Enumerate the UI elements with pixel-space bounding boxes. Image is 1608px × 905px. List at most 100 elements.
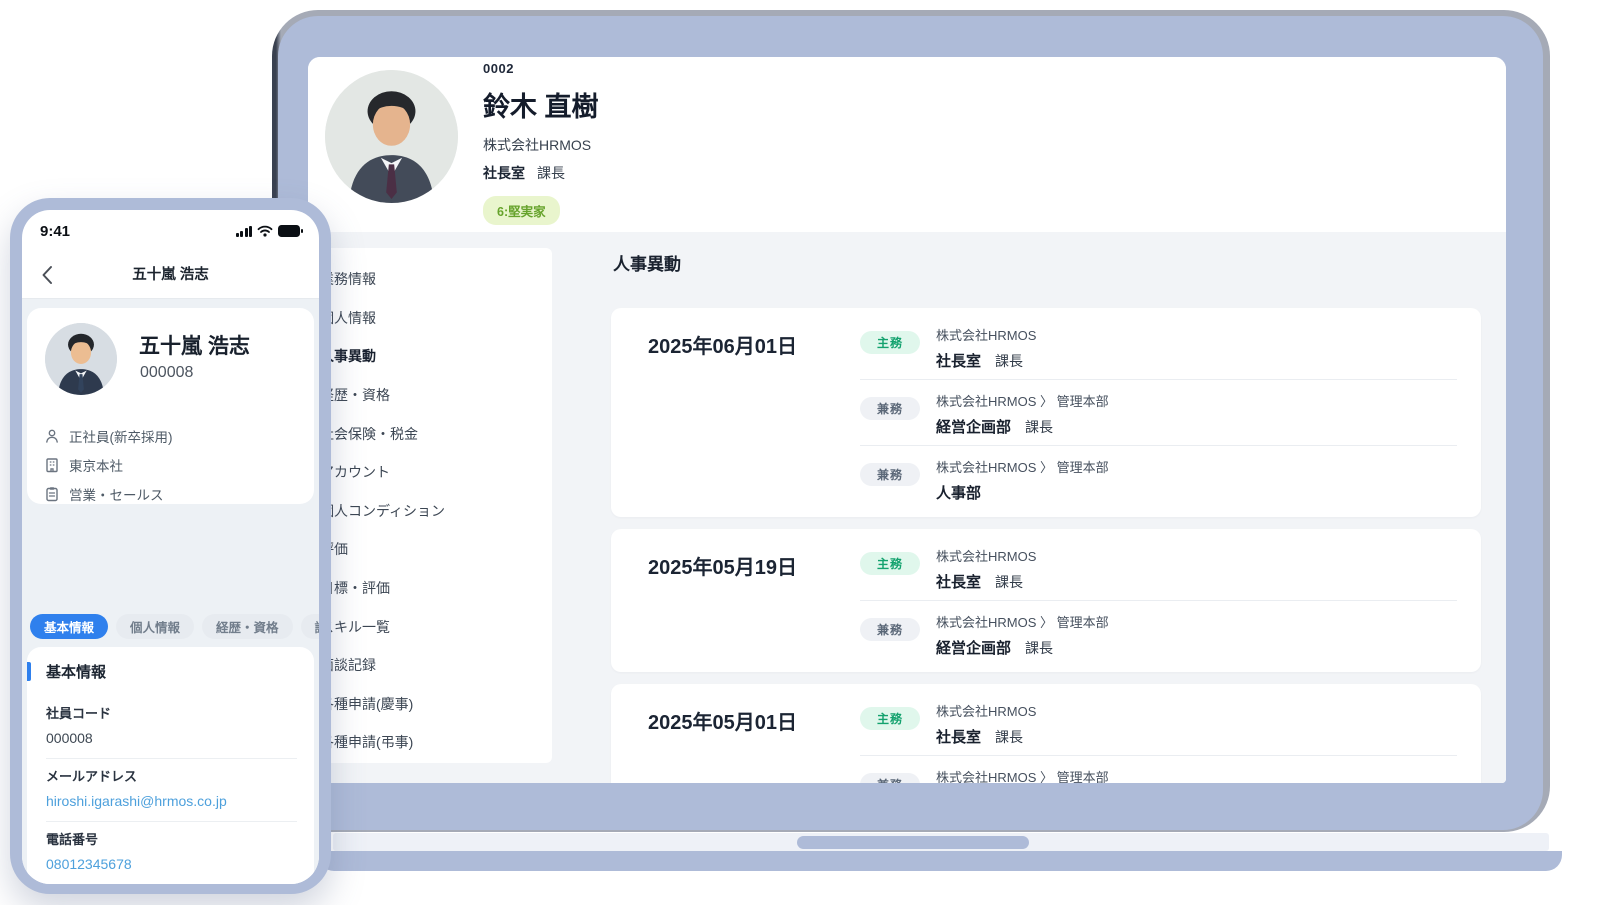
sidebar-item[interactable]: 面談記録 [310,646,552,685]
role-badge: 主務 [860,552,920,575]
role-badge: 兼務 [860,463,920,486]
org-line: 社長室課長 [936,571,1036,592]
org-name: 経営企画部 [936,419,1011,436]
heading-accent-bar [27,662,31,681]
sidebar-item[interactable]: アカウント [310,453,552,492]
history-rows: 主務 株式会社HRMOS 社長室課長 兼務 株式会社HRMOS 〉 管理本部 経… [860,690,1457,783]
position-name: 課長 [1025,419,1053,435]
history-card: 2025年06月01日 主務 株式会社HRMOS 社長室課長 兼務 株式会社HR… [611,308,1481,517]
history-date: 2025年05月19日 [648,551,797,580]
assignment-row: 兼務 株式会社HRMOS 〉 管理本部 人事部 [860,446,1457,511]
history-card: 2025年05月19日 主務 株式会社HRMOS 社長室課長 兼務 株式会社HR… [611,529,1481,672]
sidebar-item[interactable]: 目標・評価 [310,569,552,608]
employee-org-line: 社長室課長 [483,163,599,183]
org-path: 株式会社HRMOS [936,546,1036,565]
org-path: 株式会社HRMOS 〉 管理本部 [936,457,1109,476]
sidebar-item-label: 社会保険・税金 [320,424,418,444]
assignment-texts: 株式会社HRMOS 社長室課長 [936,546,1036,592]
sidebar-item[interactable]: 人事異動 [310,337,552,376]
org-name: 社長室 [936,574,981,591]
tab-chip[interactable]: 個人情報 [116,614,194,639]
person-icon [44,428,60,444]
org-line: 経営企画部課長 [936,637,1109,658]
org-line: 社長室課長 [936,350,1036,371]
employee-avatar [325,70,458,203]
role-badge: 主務 [860,331,920,354]
field-value[interactable]: hiroshi.igarashi@hrmos.co.jp [46,793,297,809]
tab-chip[interactable]: 経歴・資格 [202,614,293,639]
tab-chip-label: 基本情報 [44,617,94,636]
position-name: 課長 [995,353,1023,369]
org-line: 経営企画部課長 [936,416,1109,437]
laptop-base [318,851,1562,871]
wifi-icon [257,225,273,237]
role-badge: 兼務 [860,397,920,420]
phone-status-bar: 9:41 [22,210,319,254]
sidebar-item[interactable]: 業務情報 [310,260,552,299]
info-field: メールアドレス hiroshi.igarashi@hrmos.co.jp [46,759,297,822]
history-card-list: 2025年06月01日 主務 株式会社HRMOS 社長室課長 兼務 株式会社HR… [611,308,1481,783]
sidebar-item[interactable]: 評価 [310,530,552,569]
sidebar-item-label: 各種申請(慶事) [320,694,413,714]
assignment-texts: 株式会社HRMOS 〉 管理本部 経営企画部課長 [936,391,1109,437]
role-badge: 主務 [860,707,920,730]
tab-chip[interactable]: 評価履歴 [301,614,319,639]
desktop-body: 業務情報個人情報人事異動経歴・資格社会保険・税金アカウント個人コンディション評価… [308,232,1506,783]
mockup-scene: 0002 鈴木 直樹 株式会社HRMOS 社長室課長 6:堅実家 業務情報個人情… [0,0,1608,905]
avatar-photo [325,70,458,203]
org-line: 社長室課長 [936,726,1036,747]
phone-avatar [45,323,117,395]
sidebar-item-label: 各種申請(弔事) [320,732,413,752]
history-rows: 主務 株式会社HRMOS 社長室課長 兼務 株式会社HRMOS 〉 管理本部 経… [860,314,1457,511]
org-name: 経営企画部 [936,640,1011,657]
sidebar-item[interactable]: 個人情報 [310,299,552,338]
tab-chip-label: 個人情報 [130,617,180,636]
field-value[interactable]: 08012345678 [46,856,297,872]
employee-org: 社長室 [483,165,525,181]
phone-content: 五十嵐 浩志 000008 正社員(新卒採用) [22,298,319,884]
history-date: 2025年05月01日 [648,706,797,735]
tab-chip-label: 評価履歴 [315,617,319,636]
sidebar-item[interactable]: 各種申請(弔事) [310,723,552,762]
laptop-notch [797,836,1029,849]
sidebar-menu: 業務情報個人情報人事異動経歴・資格社会保険・税金アカウント個人コンディション評価… [310,248,552,763]
sidebar-item[interactable]: 各種申請(慶事) [310,685,552,724]
battery-icon [278,225,303,237]
assignment-texts: 株式会社HRMOS 〉 管理本部 人事部 [936,457,1109,503]
detail-office: 東京本社 [44,455,173,475]
assignment-texts: 株式会社HRMOS 社長室課長 [936,325,1036,371]
role-badge: 兼務 [860,773,920,783]
org-name: 社長室 [936,353,981,370]
history-date: 2025年06月01日 [648,330,797,359]
tab-chip[interactable]: 基本情報 [30,614,108,639]
position-name: 課長 [995,729,1023,745]
avatar-photo [45,323,117,395]
sidebar-item[interactable]: スキル一覧 [310,607,552,646]
status-icons [236,225,304,237]
sidebar-item[interactable]: 経歴・資格 [310,376,552,415]
sidebar-item-label: 個人コンディション [320,501,445,521]
assignment-row: 兼務 株式会社HRMOS 〉 管理本部 経営企画部課長 [860,756,1457,783]
sidebar-item[interactable]: 社会保険・税金 [310,414,552,453]
assignment-row: 兼務 株式会社HRMOS 〉 管理本部 経営企画部課長 [860,380,1457,446]
phone-profile-card: 五十嵐 浩志 000008 正社員(新卒採用) [27,308,314,504]
personality-tag-badge: 6:堅実家 [483,196,560,225]
role-badge: 兼務 [860,618,920,641]
phone-employee-code: 000008 [140,364,193,382]
detail-job-category: 営業・セールス [44,484,173,504]
status-time: 9:41 [40,223,70,240]
assignment-texts: 株式会社HRMOS 〉 管理本部 経営企画部課長 [936,767,1109,783]
page-title: 人事異動 [613,250,681,275]
sidebar-item[interactable]: 個人コンディション [310,492,552,531]
phone-page-title: 五十嵐 浩志 [22,263,319,284]
detail-employment-type: 正社員(新卒採用) [44,426,173,446]
field-label: 電話番号 [46,829,297,848]
section-heading: 基本情報 [27,661,297,682]
org-name: 社長室 [936,729,981,746]
org-path: 株式会社HRMOS 〉 管理本部 [936,767,1109,783]
org-line: 人事部 [936,482,1109,503]
assignment-texts: 株式会社HRMOS 社長室課長 [936,701,1036,747]
field-list: 社員コード 000008 メールアドレス hiroshi.igarashi@hr… [27,696,297,884]
detail-text: 東京本社 [69,455,123,475]
detail-text: 正社員(新卒採用) [69,426,173,446]
